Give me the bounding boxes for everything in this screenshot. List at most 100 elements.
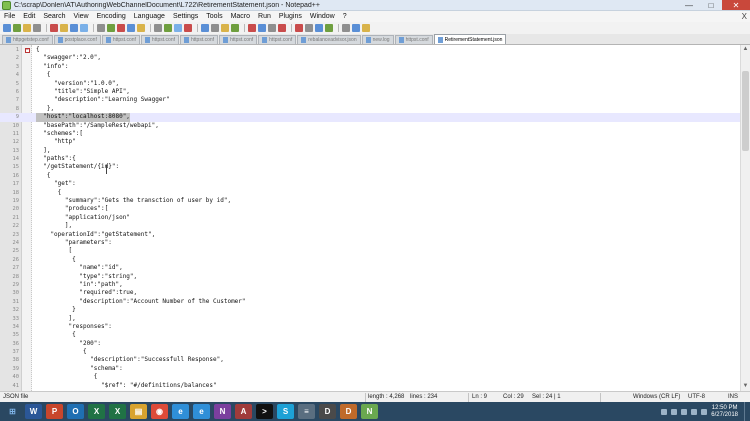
toolbar-button-icon[interactable] <box>231 24 239 32</box>
menu-file[interactable]: File <box>0 13 19 20</box>
fold-marker-icon[interactable] <box>25 65 30 70</box>
toolbar-button-icon[interactable] <box>268 24 276 32</box>
fold-marker-icon[interactable] <box>25 275 30 280</box>
code-line[interactable]: 14 "paths":{ <box>0 155 740 163</box>
tab-document[interactable]: httpst.conf <box>101 35 140 44</box>
code-line[interactable]: 18 { <box>0 189 740 197</box>
code-line[interactable]: 24 "parameters": <box>0 239 740 247</box>
toolbar-button-icon[interactable] <box>3 24 11 32</box>
scroll-down-icon[interactable]: ▼ <box>741 382 750 391</box>
menu-view[interactable]: View <box>70 13 93 20</box>
fold-marker-icon[interactable] <box>25 82 30 87</box>
fold-marker-icon[interactable] <box>25 73 30 78</box>
fold-marker-icon[interactable] <box>25 182 30 187</box>
start-button-icon[interactable]: ⊞ <box>4 404 21 419</box>
fold-marker-icon[interactable] <box>25 124 30 129</box>
code-line[interactable]: 39 "schema": <box>0 365 740 373</box>
fold-marker-icon[interactable] <box>25 157 30 162</box>
fold-marker-icon[interactable] <box>25 98 30 103</box>
taskbar-app-ie-icon[interactable]: e <box>172 404 189 419</box>
menu-plugins[interactable]: Plugins <box>275 13 306 20</box>
code-line[interactable]: 26 { <box>0 256 740 264</box>
code-line[interactable]: 27 "name":"id", <box>0 264 740 272</box>
code-line[interactable]: 11 "schemes":[ <box>0 130 740 138</box>
fold-marker-icon[interactable] <box>25 216 30 221</box>
maximize-button[interactable]: □ <box>700 0 722 10</box>
toolbar-button-icon[interactable] <box>352 24 360 32</box>
fold-marker-icon[interactable] <box>25 291 30 296</box>
code-line[interactable]: 34 "responses": <box>0 323 740 331</box>
menu-settings[interactable]: Settings <box>169 13 202 20</box>
menu-help[interactable]: ? <box>339 13 351 20</box>
tab-document[interactable]: new.log <box>361 35 394 44</box>
code-line[interactable]: 31 "description":"Account Number of the … <box>0 298 740 306</box>
scroll-thumb[interactable] <box>742 71 749 151</box>
menu-encoding[interactable]: Encoding <box>93 13 130 20</box>
toolbar-button-icon[interactable] <box>174 24 182 32</box>
taskbar-app-powerpoint-icon[interactable]: P <box>46 404 63 419</box>
fold-marker-icon[interactable] <box>25 300 30 305</box>
fold-marker-icon[interactable] <box>25 367 30 372</box>
fold-marker-icon[interactable] <box>25 165 30 170</box>
menu-search[interactable]: Search <box>39 13 69 20</box>
code-line[interactable]: 2 "swagger":"2.0", <box>0 54 740 62</box>
toolbar-button-icon[interactable] <box>70 24 78 32</box>
code-line[interactable]: 9 "host":"localhost:8080", <box>0 113 740 122</box>
taskbar-app-excel-icon[interactable]: X <box>88 404 105 419</box>
menu-macro[interactable]: Macro <box>227 13 254 20</box>
tab-document[interactable]: httpgetstep.conf <box>2 35 53 44</box>
fold-marker-icon[interactable] <box>25 325 30 330</box>
toolbar-button-icon[interactable] <box>248 24 256 32</box>
code-line[interactable]: 13 ], <box>0 147 740 155</box>
toolbar-button-icon[interactable] <box>33 24 41 32</box>
code-line[interactable]: 28 "type":"string", <box>0 273 740 281</box>
code-line[interactable]: 15 "/getStatement/{id}": <box>0 163 740 171</box>
fold-marker-icon[interactable] <box>25 375 30 380</box>
taskbar-clock[interactable]: 12:50 PM 6/27/2018 <box>711 405 738 419</box>
fold-marker-icon[interactable] <box>25 224 30 229</box>
volume-icon[interactable] <box>701 408 708 415</box>
editor-pane[interactable]: 1−{2 "swagger":"2.0", 3 "info": 4 {5 "vers… <box>0 45 750 391</box>
minimize-button[interactable]: — <box>678 0 700 10</box>
code-line[interactable]: 37 { <box>0 348 740 356</box>
fold-marker-icon[interactable] <box>25 140 30 145</box>
code-line[interactable]: 1 − { <box>0 46 740 54</box>
toolbar-button-icon[interactable] <box>60 24 68 32</box>
scroll-up-icon[interactable]: ▲ <box>741 45 750 54</box>
code-line[interactable]: 5 "version":"1.0.0", <box>0 80 740 88</box>
fold-marker-icon[interactable] <box>25 132 30 137</box>
toolbar-button-icon[interactable] <box>315 24 323 32</box>
toolbar-button-icon[interactable] <box>107 24 115 32</box>
fold-marker-icon[interactable] <box>25 199 30 204</box>
tray-icon[interactable] <box>671 408 678 415</box>
toolbar-button-icon[interactable] <box>201 24 209 32</box>
code-line[interactable]: 25 [ <box>0 247 740 255</box>
taskbar-app-excel-2-icon[interactable]: X <box>109 404 126 419</box>
fold-marker-icon[interactable] <box>25 107 30 112</box>
toolbar-button-icon[interactable] <box>154 24 162 32</box>
taskbar-app-explorer-icon[interactable]: ▤ <box>130 404 147 419</box>
fold-marker-icon[interactable] <box>25 249 30 254</box>
code-line[interactable]: 41 "$ref": "#/definitions/balances" <box>0 382 740 390</box>
code-line[interactable]: 21 "application/json" <box>0 214 740 222</box>
fold-marker-icon[interactable] <box>25 317 30 322</box>
toolbar-button-icon[interactable] <box>211 24 219 32</box>
toolbar-button-icon[interactable] <box>184 24 192 32</box>
toolbar-button-icon[interactable] <box>23 24 31 32</box>
code-line[interactable]: 7 "description":"Learning Swagger" <box>0 96 740 104</box>
tab-document[interactable]: rebalanceadvisor.json <box>297 35 361 44</box>
toolbar-button-icon[interactable] <box>50 24 58 32</box>
menu-window[interactable]: Window <box>306 13 339 20</box>
code-line[interactable]: 32 } <box>0 306 740 314</box>
taskbar-app-onenote-icon[interactable]: N <box>214 404 231 419</box>
tab-document[interactable]: httpst.conf <box>394 35 433 44</box>
toolbar-button-icon[interactable] <box>97 24 105 32</box>
fold-marker-icon[interactable] <box>25 207 30 212</box>
toolbar-button-icon[interactable] <box>127 24 135 32</box>
code-line[interactable]: 36 "200": <box>0 340 740 348</box>
toolbar-button-icon[interactable] <box>164 24 172 32</box>
taskbar-app-outlook-icon[interactable]: O <box>67 404 84 419</box>
code-line[interactable]: 16 { <box>0 172 740 180</box>
code-line[interactable]: 22 ], <box>0 222 740 230</box>
taskbar-app-chrome-icon[interactable]: ◉ <box>151 404 168 419</box>
